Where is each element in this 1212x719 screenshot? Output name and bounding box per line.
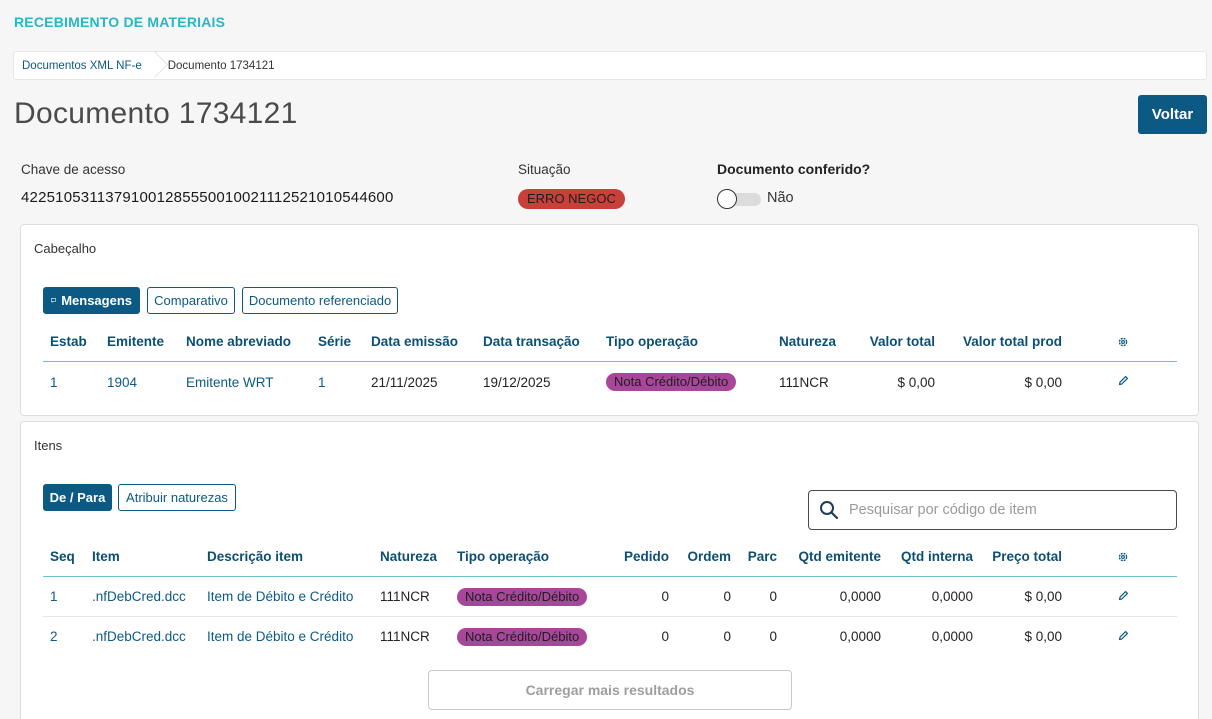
row-natureza: 111NCR [779,375,829,390]
mensagens-button[interactable]: Mensagens [43,287,140,314]
item-row-qtd-emitente: 0,0000 [839,589,881,604]
chave-label: Chave de acesso [21,162,126,177]
col-natureza[interactable]: Natureza [380,549,437,564]
gear-icon[interactable] [1117,551,1129,563]
col-item[interactable]: Item [92,549,120,564]
toggle-knob [717,189,737,209]
cabecalho-panel: Cabeçalho Mensagens Comparativo Document… [20,224,1199,416]
breadcrumb-current: Documento 1734121 [167,59,275,72]
chave-value: 4225105311379100128555001002111252101054… [21,189,394,206]
status-badge: ERRO NEGOC [518,189,625,209]
item-row-item[interactable]: .nfDebCred.dcc [92,629,186,644]
col-emitente[interactable]: Emitente [107,334,164,349]
search-icon[interactable] [819,500,839,520]
header-divider [43,361,1177,362]
row-emitente[interactable]: 1904 [107,375,137,390]
col-valor-total[interactable]: Valor total [855,334,935,349]
comparativo-button[interactable]: Comparativo [147,287,235,314]
item-row-natureza: 111NCR [380,629,430,644]
item-row-pedido: 0 [661,589,669,604]
item-row-preco-total: $ 0,00 [1024,589,1062,604]
item-search-box [808,490,1177,530]
item-row-ordem: 0 [723,629,731,644]
item-row-descricao[interactable]: Item de Débito e Crédito [207,629,353,644]
itens-title: Itens [34,438,63,453]
col-preco-total[interactable]: Preço total [981,549,1062,564]
col-serie[interactable]: Série [318,334,351,349]
item-row-pedido: 0 [661,629,669,644]
item-search-input[interactable] [849,499,1159,521]
item-row-parc: 0 [769,629,777,644]
col-qtd-emitente[interactable]: Qtd emitente [791,549,881,564]
item-row-natureza: 111NCR [380,589,430,604]
message-icon [51,298,57,303]
item-tipo-operacao-badge: Nota Crédito/Débito [457,588,588,606]
item-row-seq[interactable]: 1 [50,589,58,604]
conferido-label: Documento conferido? [717,161,871,177]
documento-referenciado-button[interactable]: Documento referenciado [242,287,398,314]
col-estab[interactable]: Estab [50,334,87,349]
row-valor-total: $ 0,00 [897,375,935,390]
item-tipo-operacao-badge: Nota Crédito/Débito [457,628,588,646]
pencil-icon[interactable] [1118,590,1129,601]
breadcrumb: Documentos XML NF-e Documento 1734121 [13,51,1207,80]
app-title: RECEBIMENTO DE MATERIAIS [14,14,226,30]
breadcrumb-link-documentos[interactable]: Documentos XML NF-e [22,60,142,72]
items-header-divider [43,576,1177,577]
row-serie[interactable]: 1 [318,375,326,390]
pencil-icon[interactable] [1118,375,1129,386]
col-nome-abreviado[interactable]: Nome abreviado [186,334,291,349]
load-more-button[interactable]: Carregar mais resultados [428,670,792,710]
conferido-toggle[interactable] [717,189,761,209]
item-row-seq[interactable]: 2 [50,629,58,644]
atribuir-naturezas-button[interactable]: Atribuir naturezas [118,484,236,511]
row-nome-abreviado[interactable]: Emitente WRT [186,375,274,390]
conferido-value: Não [767,190,794,206]
pencil-icon[interactable] [1118,630,1129,641]
item-row-preco-total: $ 0,00 [1024,629,1062,644]
col-parc[interactable]: Parc [741,549,777,564]
col-tipo-operacao[interactable]: Tipo operação [457,549,549,564]
item-row-parc: 0 [769,589,777,604]
back-button[interactable]: Voltar [1138,95,1207,134]
col-natureza[interactable]: Natureza [779,334,836,349]
gear-icon[interactable] [1117,336,1129,348]
row-data-emissao: 21/11/2025 [371,375,438,390]
situacao-label: Situação [518,162,571,177]
mensagens-label: Mensagens [61,293,132,308]
col-data-transacao[interactable]: Data transação [483,334,580,349]
row-valor-total-prod: $ 0,00 [1024,375,1062,390]
col-data-emissao[interactable]: Data emissão [371,334,458,349]
item-row-ordem: 0 [723,589,731,604]
item-row-qtd-emitente: 0,0000 [839,629,881,644]
row-estab[interactable]: 1 [50,375,58,390]
col-tipo-operacao[interactable]: Tipo operação [606,334,698,349]
item-row-item[interactable]: .nfDebCred.dcc [92,589,186,604]
item-row-qtd-interna: 0,0000 [931,629,973,644]
item-row-descricao[interactable]: Item de Débito e Crédito [207,589,353,604]
row-data-transacao: 19/12/2025 [483,375,551,390]
breadcrumb-separator [148,52,158,80]
page-title: Documento 1734121 [14,97,298,130]
row-divider [43,616,1177,617]
de-para-button[interactable]: De / Para [43,484,112,511]
item-row-qtd-interna: 0,0000 [931,589,973,604]
col-pedido[interactable]: Pedido [609,549,669,564]
col-seq[interactable]: Seq [50,549,75,564]
col-valor-total-prod[interactable]: Valor total prod [951,334,1062,349]
col-ordem[interactable]: Ordem [681,549,731,564]
cabecalho-title: Cabeçalho [34,241,97,256]
col-descricao-item[interactable]: Descrição item [207,549,303,564]
tipo-operacao-badge: Nota Crédito/Débito [606,373,737,391]
col-qtd-interna[interactable]: Qtd interna [891,549,973,564]
